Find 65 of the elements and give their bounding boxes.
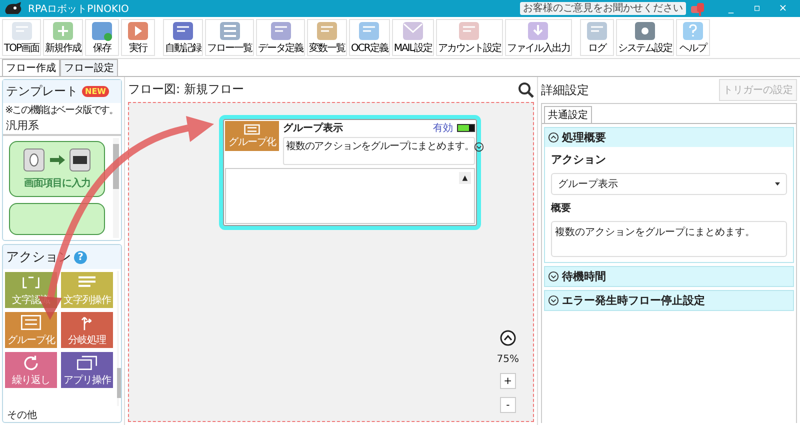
list-icon (218, 21, 242, 43)
group-glyph-icon (18, 314, 44, 330)
template-card[interactable] (9, 203, 105, 235)
node-title: グループ表示 (283, 121, 344, 135)
logo-icon (4, 2, 24, 16)
scroll-up-icon[interactable] (500, 330, 516, 346)
mode-tab[interactable]: フロー設定 (60, 59, 118, 76)
enable-toggle[interactable] (457, 124, 475, 132)
download-icon (526, 21, 550, 43)
collapse-icon (548, 132, 559, 143)
mode-tab[interactable]: フロー作成 (2, 59, 60, 76)
toolbar-button[interactable]: ログ (580, 19, 614, 56)
toolbar-button[interactable]: ヘルプ (676, 19, 710, 56)
toolbar-button[interactable]: 実行 (121, 19, 156, 56)
expand-icon (548, 271, 559, 282)
settings-tab[interactable]: 共通設定 (544, 106, 592, 123)
play-icon (126, 21, 150, 43)
toolbar-button[interactable]: 新規作成 (43, 19, 84, 56)
new-badge: NEW (82, 86, 109, 97)
feedback-link[interactable]: お客様のご意見をお聞かせください (520, 2, 686, 15)
help-icon (680, 21, 705, 43)
toolbar-button[interactable]: データ定義 (256, 19, 306, 56)
section-header[interactable]: 処理概要 (545, 128, 793, 147)
flow-title: フロー図: 新規フロー (128, 81, 244, 98)
toolbar-button[interactable]: アカウント設定 (436, 19, 503, 56)
toolbar-button[interactable]: フロー一覧 (205, 19, 254, 56)
action-dropdown[interactable]: グループ表示 (551, 173, 787, 195)
template-card[interactable]: 画面項目に入力 (9, 141, 105, 197)
beta-note: ※この機能はベータ版です。 (4, 104, 119, 117)
mouse-to-keyboard-icon (22, 148, 92, 172)
field-label: 概要 (551, 202, 572, 215)
category-heading: その他 (6, 409, 38, 422)
app-glyph-icon (74, 354, 100, 370)
search-icon[interactable] (518, 82, 534, 98)
template-title: テンプレート (6, 83, 78, 100)
toolbar-button[interactable]: ファイル入出力 (504, 19, 572, 56)
expand-icon[interactable] (474, 142, 484, 152)
group-glyph-icon (243, 124, 261, 134)
toolbar-button[interactable]: OCR定義 (349, 19, 390, 56)
window-title: RPAロボットPINOKIO (28, 2, 130, 16)
toolbar-button[interactable]: TOP画面 (2, 19, 42, 56)
expand-icon (548, 295, 559, 306)
toolbar-button[interactable]: 自動記録 (163, 19, 204, 56)
section-header[interactable]: エラー発生時フロー停止設定 (545, 291, 793, 310)
zoom-in-button[interactable]: + (500, 373, 516, 389)
caret-icon (775, 182, 780, 186)
toolbar-button[interactable]: システム設定 (616, 19, 674, 56)
toolbar-button[interactable]: 変数一覧 (307, 19, 348, 56)
group-node-icon: グループ化 (225, 121, 279, 151)
status-label: 有効 (433, 122, 453, 135)
scrollbar[interactable] (113, 138, 119, 238)
zoom-out-button[interactable]: - (500, 397, 516, 413)
details-title: 詳細設定 (541, 82, 589, 98)
toolbar-button[interactable]: 保存 (85, 19, 120, 56)
envelope-icon (400, 21, 425, 43)
app-tile[interactable]: アプリ操作 (61, 352, 113, 388)
field-label: アクション (551, 152, 607, 167)
branch-tile[interactable]: 分岐処理 (61, 312, 113, 348)
section-header[interactable]: 待機時間 (545, 267, 793, 286)
category-heading: 汎用系 (3, 117, 121, 136)
floppy-icon (90, 21, 114, 43)
summary-field[interactable]: 複数のアクションをグループにまとめます。 (551, 221, 787, 257)
toolbar-button[interactable]: MAIL設定 (392, 19, 434, 56)
plus-icon (51, 21, 76, 43)
zoom-level: 75% (496, 354, 519, 365)
